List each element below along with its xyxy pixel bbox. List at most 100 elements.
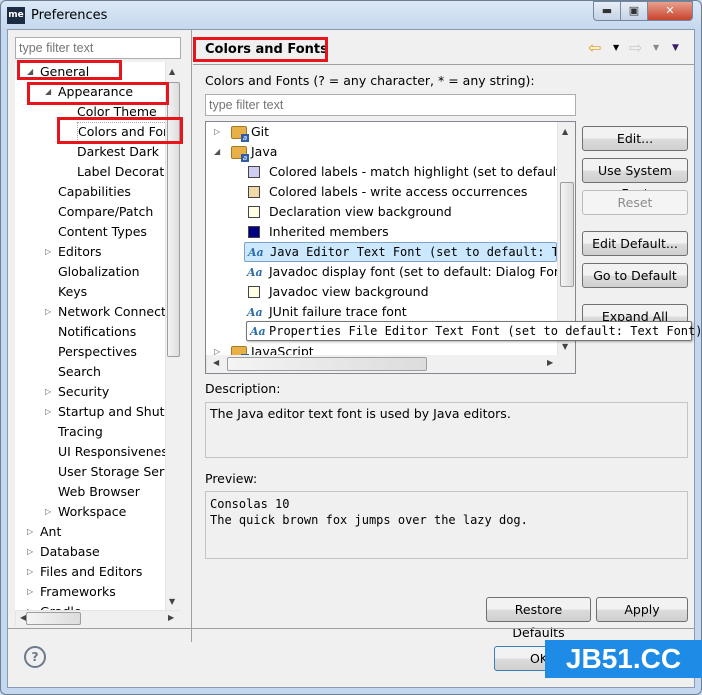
- preference-tree: ◢ General ◢ Appearance Color Theme Colors and…: [15, 62, 181, 625]
- preview-label: Preview:: [205, 471, 258, 486]
- expand-arrow-icon[interactable]: ▷: [27, 562, 33, 582]
- expand-arrow-icon[interactable]: ▷: [45, 242, 51, 262]
- apply-button[interactable]: Apply: [596, 597, 688, 622]
- item-label: Git: [251, 124, 270, 139]
- tree-item-label: Tracing: [58, 424, 103, 439]
- color-swatch-icon: [248, 206, 260, 218]
- item-label: Javadoc display font (set to default: Di…: [269, 264, 557, 279]
- tree-item[interactable]: Search: [58, 362, 101, 382]
- tree-item-label: Ant: [40, 524, 62, 539]
- expand-arrow-icon[interactable]: ▷: [45, 502, 51, 522]
- tree-item-label: Compare/Patch: [58, 204, 154, 219]
- go-to-default-button[interactable]: Go to Default: [582, 263, 688, 288]
- font-icon: Aa: [247, 306, 263, 319]
- header-divider: [193, 64, 695, 65]
- watermark-logo: JB51.CC: [545, 640, 702, 678]
- edit-button[interactable]: Edit...: [582, 126, 688, 151]
- tree-item[interactable]: ▷ Files and Editors: [27, 562, 142, 582]
- back-icon[interactable]: ⇦: [588, 38, 601, 57]
- tree-item[interactable]: Content Types: [58, 222, 147, 242]
- expand-arrow-icon[interactable]: ▷: [27, 542, 33, 562]
- tree-item-label: User Storage Service: [58, 464, 181, 479]
- color-font-item[interactable]: Colored labels - match highlight (set to…: [244, 162, 557, 182]
- tree-item[interactable]: Darkest Dark: [77, 142, 159, 162]
- scroll-thumb[interactable]: [227, 357, 427, 371]
- tree-item[interactable]: Compare/Patch: [58, 202, 153, 222]
- left-filter-input[interactable]: [15, 37, 181, 59]
- color-font-item[interactable]: Aa JUnit failure trace font: [244, 302, 557, 322]
- right-horizontal-scrollbar[interactable]: ◀ ▶: [206, 355, 575, 373]
- tree-item[interactable]: Notifications: [58, 322, 136, 342]
- tree-item-label: Capabilities: [58, 184, 131, 199]
- close-button[interactable]: ✕: [647, 1, 693, 21]
- color-font-item[interactable]: Colored labels - write access occurrence…: [244, 182, 557, 202]
- category-folder-icon: [231, 126, 249, 142]
- color-font-item[interactable]: Javadoc view background: [244, 282, 557, 302]
- minimize-button[interactable]: ▬: [593, 1, 621, 21]
- expand-arrow-icon[interactable]: ▷: [27, 522, 33, 542]
- color-swatch-icon: [248, 186, 260, 198]
- tree-item[interactable]: Tracing: [58, 422, 103, 442]
- scroll-thumb[interactable]: [560, 182, 574, 287]
- tree-item[interactable]: UI Responsiveness: [58, 442, 174, 462]
- item-label: JUnit failure trace font: [269, 304, 407, 319]
- colors-filter-input[interactable]: [205, 94, 576, 116]
- color-font-item[interactable]: Aa Javadoc display font (set to default: …: [244, 262, 557, 282]
- tree-item-label: UI Responsiveness: [58, 444, 175, 459]
- tree-item[interactable]: ▷ Startup and Shutdown: [45, 402, 181, 422]
- tree-item[interactable]: ▷ Security: [45, 382, 110, 402]
- color-font-item[interactable]: ▷ Git: [214, 122, 557, 142]
- tree-item[interactable]: ▷ Database: [27, 542, 100, 562]
- left-vertical-scrollbar[interactable]: ▲ ▼: [165, 62, 181, 610]
- tree-item[interactable]: ▷ Network Connections: [45, 302, 181, 322]
- tree-item[interactable]: Capabilities: [58, 182, 131, 202]
- tree-item-label: Perspectives: [58, 344, 137, 359]
- forward-menu-chevron-icon[interactable]: ▼: [653, 43, 659, 52]
- color-font-item[interactable]: Inherited members: [244, 222, 557, 242]
- maximize-button[interactable]: ▣: [620, 1, 648, 21]
- help-icon[interactable]: ?: [24, 646, 46, 668]
- preview-box: Consolas 10 The quick brown fox jumps ov…: [205, 491, 688, 559]
- tree-item-label: Frameworks: [40, 584, 116, 599]
- tree-item[interactable]: ▷ Editors: [45, 242, 102, 262]
- font-icon: Aa: [250, 325, 266, 338]
- footer-divider: [8, 628, 694, 629]
- back-menu-chevron-icon[interactable]: ▼: [613, 43, 619, 52]
- splitter[interactable]: [191, 30, 192, 642]
- scroll-thumb[interactable]: [26, 612, 81, 625]
- expand-arrow-icon[interactable]: ▷: [214, 122, 220, 142]
- tree-item-label: Security: [58, 384, 110, 399]
- left-horizontal-scrollbar[interactable]: ◀ ▶: [15, 610, 181, 626]
- use-system-font-button[interactable]: Use System Font: [582, 158, 688, 201]
- preview-line: Consolas 10: [210, 497, 290, 511]
- expand-arrow-icon[interactable]: ▷: [27, 582, 33, 602]
- description-label: Description:: [205, 381, 281, 396]
- tree-item[interactable]: User Storage Service: [58, 462, 181, 482]
- reset-button[interactable]: Reset: [582, 190, 688, 215]
- tree-item[interactable]: Perspectives: [58, 342, 137, 362]
- item-label: Java Editor Text Font (set to default: T…: [270, 245, 556, 259]
- color-font-item[interactable]: Declaration view background: [244, 202, 557, 222]
- edit-default-button[interactable]: Edit Default...: [582, 231, 688, 256]
- expand-arrow-icon[interactable]: ▷: [45, 402, 51, 422]
- expand-arrow-icon[interactable]: ▷: [45, 302, 51, 322]
- tree-item[interactable]: Keys: [58, 282, 87, 302]
- tree-item[interactable]: ▷ Frameworks: [27, 582, 116, 602]
- tree-item-label: Database: [40, 544, 100, 559]
- view-menu-icon[interactable]: ▼: [672, 43, 679, 53]
- tree-item[interactable]: Web Browser: [58, 482, 140, 502]
- tree-item[interactable]: ▷ Workspace: [45, 502, 126, 522]
- color-font-item[interactable]: Aa Java Editor Text Font (set to default:…: [244, 242, 557, 262]
- tree-item[interactable]: Globalization: [58, 262, 140, 282]
- restore-defaults-button[interactable]: Restore Defaults: [486, 597, 591, 640]
- forward-icon[interactable]: ⇨: [629, 38, 642, 57]
- expand-arrow-icon[interactable]: ▷: [45, 382, 51, 402]
- item-label: Inherited members: [269, 224, 389, 239]
- color-font-item[interactable]: ◢ Java: [214, 142, 557, 162]
- collapse-arrow-icon[interactable]: ◢: [214, 142, 220, 162]
- item-label: Javadoc view background: [269, 284, 429, 299]
- tree-item[interactable]: ▷ Ant: [27, 522, 62, 542]
- tree-item-label: Search: [58, 364, 101, 379]
- window-title: Preferences: [31, 8, 108, 23]
- title-bar: me Preferences ▬ ▣ ✕: [1, 1, 701, 31]
